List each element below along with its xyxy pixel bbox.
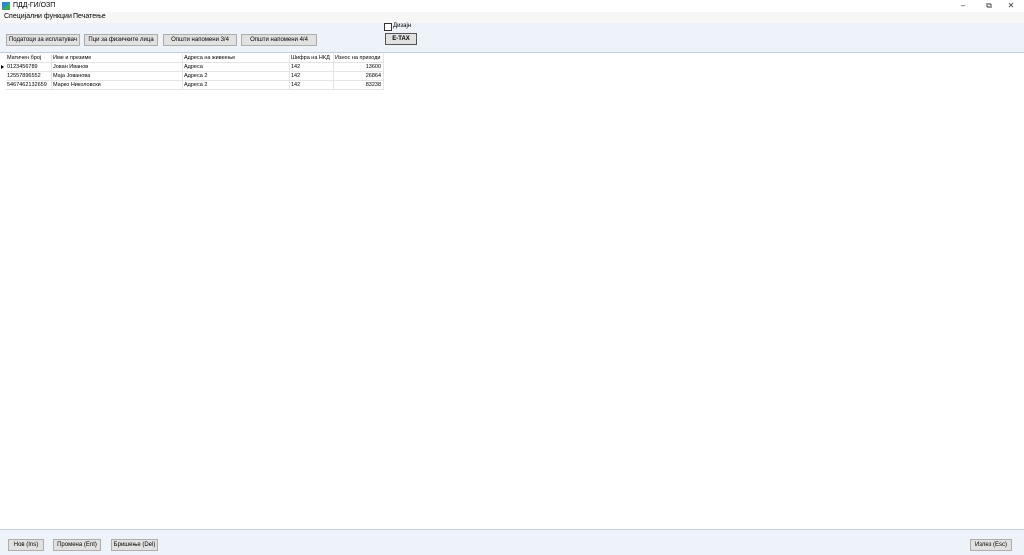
- design-checkbox[interactable]: [384, 23, 392, 31]
- cell-address[interactable]: Адреса: [183, 63, 290, 72]
- cell-nkd[interactable]: 142: [290, 81, 334, 90]
- data-grid[interactable]: Матичен број Име и презиме Адреса на жив…: [0, 53, 1024, 529]
- table-row[interactable]: 0123456789 Јован Иванов Адреса 142 13600: [0, 63, 384, 72]
- cell-nkd[interactable]: 142: [290, 63, 334, 72]
- footer-bar: Нов (Ins) Промена (Ent) Бришење (Del) Из…: [0, 529, 1024, 555]
- cell-address[interactable]: Адреса 2: [183, 72, 290, 81]
- general-notes-3-4-button[interactable]: Општи напомени 3/4: [163, 34, 237, 46]
- cell-nkd[interactable]: 142: [290, 72, 334, 81]
- delete-button[interactable]: Бришење (Del): [111, 539, 158, 551]
- column-header[interactable]: Износ на приходи: [334, 54, 384, 63]
- column-header[interactable]: Матичен број: [6, 54, 52, 63]
- cell-name[interactable]: Јован Иванов: [52, 63, 183, 72]
- individuals-button[interactable]: Пци за физичките лица: [84, 34, 158, 46]
- column-header[interactable]: Шифра на НКД: [290, 54, 334, 63]
- etax-button[interactable]: E-TAX: [385, 33, 417, 45]
- column-header[interactable]: Име и презиме: [52, 54, 183, 63]
- cell-embg[interactable]: 5467462132659: [6, 81, 52, 90]
- table-row[interactable]: 5467462132659 Марко Николовски Адреса 2 …: [0, 81, 384, 90]
- cell-income[interactable]: 26864: [334, 72, 384, 81]
- current-row-indicator-icon: [1, 65, 4, 69]
- toolbar: Податоци за исплатувач Пци за физичките …: [0, 23, 1024, 53]
- payer-data-button[interactable]: Податоци за исплатувач: [6, 34, 80, 46]
- cell-name[interactable]: Марко Николовски: [52, 81, 183, 90]
- minimize-icon[interactable]: –: [950, 0, 976, 12]
- close-icon[interactable]: ✕: [998, 0, 1024, 12]
- general-notes-4-4-button[interactable]: Општи напомени 4/4: [241, 34, 317, 46]
- title-bar: ПДД-ГИ/ОЗП – ⧉ ✕: [0, 0, 1024, 12]
- design-checkbox-label: Дизајн: [393, 23, 412, 29]
- cell-income[interactable]: 83238: [334, 81, 384, 90]
- cell-embg[interactable]: 0123456789: [6, 63, 52, 72]
- cell-income[interactable]: 13600: [334, 63, 384, 72]
- app-icon: [2, 2, 10, 10]
- menu-bar: Специјални функции Печатење: [0, 12, 1024, 23]
- cell-address[interactable]: Адреса 2: [183, 81, 290, 90]
- exit-button[interactable]: Излез (Esc): [970, 539, 1012, 551]
- menu-special-functions[interactable]: Специјални функции: [4, 13, 72, 20]
- table-row[interactable]: 12557896552 Маја Јованова Адреса 2 142 2…: [0, 72, 384, 81]
- cell-embg[interactable]: 12557896552: [6, 72, 52, 81]
- column-header[interactable]: Адреса на живеење: [183, 54, 290, 63]
- edit-button[interactable]: Промена (Ent): [53, 539, 101, 551]
- window-title: ПДД-ГИ/ОЗП: [13, 2, 56, 9]
- new-button[interactable]: Нов (Ins): [8, 539, 44, 551]
- cell-name[interactable]: Маја Јованова: [52, 72, 183, 81]
- menu-printing[interactable]: Печатење: [73, 13, 106, 20]
